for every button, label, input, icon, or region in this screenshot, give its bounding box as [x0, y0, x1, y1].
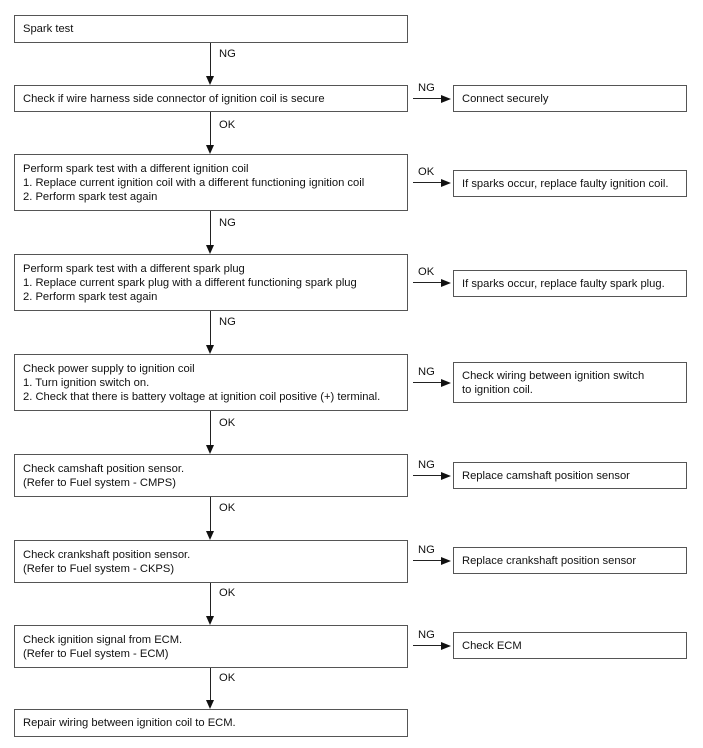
result-text: Check ECM: [462, 639, 522, 652]
connector-line: [210, 411, 211, 446]
arrow-down-icon: [206, 616, 214, 625]
result-check-wiring-switch: Check wiring between ignition switch to …: [453, 362, 687, 403]
branch-label: NG: [418, 82, 435, 94]
arrow-down-icon: [206, 345, 214, 354]
arrow-right-icon: [441, 95, 451, 103]
arrow-right-icon: [441, 557, 451, 565]
result-replace-crankshaft-sensor: Replace crankshaft position sensor: [453, 547, 687, 574]
arrow-right-icon: [441, 642, 451, 650]
arrow-right-icon: [441, 179, 451, 187]
step-title: Check crankshaft position sensor.: [23, 548, 191, 561]
step-title: Perform spark test with a different igni…: [23, 162, 249, 175]
connector-line: [210, 211, 211, 246]
connector-label: OK: [219, 119, 236, 131]
connector-line: [210, 668, 211, 701]
connector-label: OK: [219, 672, 236, 684]
step-substep: 2. Perform spark test again: [23, 190, 158, 203]
result-text: to ignition coil.: [462, 383, 533, 396]
branch-line: [413, 560, 443, 561]
step-repair-wiring: Repair wiring between ignition coil to E…: [14, 709, 408, 737]
step-reference: (Refer to Fuel system - ECM): [23, 647, 169, 660]
connector-line: [210, 112, 211, 146]
result-text: Connect securely: [462, 92, 549, 105]
connector-line: [210, 311, 211, 346]
step-title: Perform spark test with a different spar…: [23, 262, 245, 275]
arrow-down-icon: [206, 245, 214, 254]
result-text: Check wiring between ignition switch: [462, 369, 645, 382]
connector-line: [210, 43, 211, 77]
branch-line: [413, 645, 443, 646]
step-substep: 2. Perform spark test again: [23, 290, 158, 303]
step-text: Check if wire harness side connector of …: [23, 92, 325, 105]
step-substep: 1. Replace current spark plug with a dif…: [23, 276, 357, 289]
step-substep: 2. Check that there is battery voltage a…: [23, 390, 381, 403]
result-replace-camshaft-sensor: Replace camshaft position sensor: [453, 462, 687, 489]
arrow-down-icon: [206, 531, 214, 540]
connector-label: OK: [219, 587, 236, 599]
step-different-spark-plug: Perform spark test with a different spar…: [14, 254, 408, 311]
connector-line: [210, 497, 211, 532]
branch-line: [413, 382, 443, 383]
result-replace-ignition-coil: If sparks occur, replace faulty ignition…: [453, 170, 687, 197]
arrow-down-icon: [206, 700, 214, 709]
arrow-right-icon: [441, 472, 451, 480]
step-title: Check power supply to ignition coil: [23, 362, 195, 375]
step-check-harness-connector: Check if wire harness side connector of …: [14, 85, 408, 112]
result-replace-spark-plug: If sparks occur, replace faulty spark pl…: [453, 270, 687, 297]
result-check-ecm: Check ECM: [453, 632, 687, 659]
step-check-power-supply: Check power supply to ignition coil 1. T…: [14, 354, 408, 411]
connector-label: NG: [219, 48, 236, 60]
branch-line: [413, 282, 443, 283]
result-text: Replace camshaft position sensor: [462, 469, 630, 482]
step-reference: (Refer to Fuel system - CKPS): [23, 562, 175, 575]
step-title: Check camshaft position sensor.: [23, 462, 185, 475]
step-different-ignition-coil: Perform spark test with a different igni…: [14, 154, 408, 211]
result-text: Replace crankshaft position sensor: [462, 554, 637, 567]
connector-label: OK: [219, 502, 236, 514]
arrow-down-icon: [206, 76, 214, 85]
branch-line: [413, 182, 443, 183]
step-check-ecm-signal: Check ignition signal from ECM. (Refer t…: [14, 625, 408, 668]
connector-label: NG: [219, 316, 236, 328]
branch-line: [413, 475, 443, 476]
connector-label: OK: [219, 417, 236, 429]
step-substep: 1. Replace current ignition coil with a …: [23, 176, 365, 189]
step-substep: 1. Turn ignition switch on.: [23, 376, 150, 389]
step-title: Check ignition signal from ECM.: [23, 633, 183, 646]
step-check-camshaft-sensor: Check camshaft position sensor. (Refer t…: [14, 454, 408, 497]
arrow-down-icon: [206, 445, 214, 454]
step-text: Spark test: [23, 23, 74, 35]
result-text: If sparks occur, replace faulty ignition…: [462, 177, 669, 190]
branch-label: OK: [418, 266, 435, 278]
step-reference: (Refer to Fuel system - CMPS): [23, 476, 176, 489]
step-text: Repair wiring between ignition coil to E…: [23, 717, 236, 729]
connector-label: NG: [219, 217, 236, 229]
branch-label: NG: [418, 544, 435, 556]
arrow-right-icon: [441, 379, 451, 387]
branch-label: OK: [418, 166, 435, 178]
result-connect-securely: Connect securely: [453, 85, 687, 112]
branch-label: NG: [418, 366, 435, 378]
branch-label: NG: [418, 629, 435, 641]
result-text: If sparks occur, replace faulty spark pl…: [462, 277, 665, 290]
step-spark-test: Spark test: [14, 15, 408, 43]
connector-line: [210, 583, 211, 617]
step-check-crankshaft-sensor: Check crankshaft position sensor. (Refer…: [14, 540, 408, 583]
arrow-right-icon: [441, 279, 451, 287]
branch-line: [413, 98, 443, 99]
arrow-down-icon: [206, 145, 214, 154]
branch-label: NG: [418, 459, 435, 471]
